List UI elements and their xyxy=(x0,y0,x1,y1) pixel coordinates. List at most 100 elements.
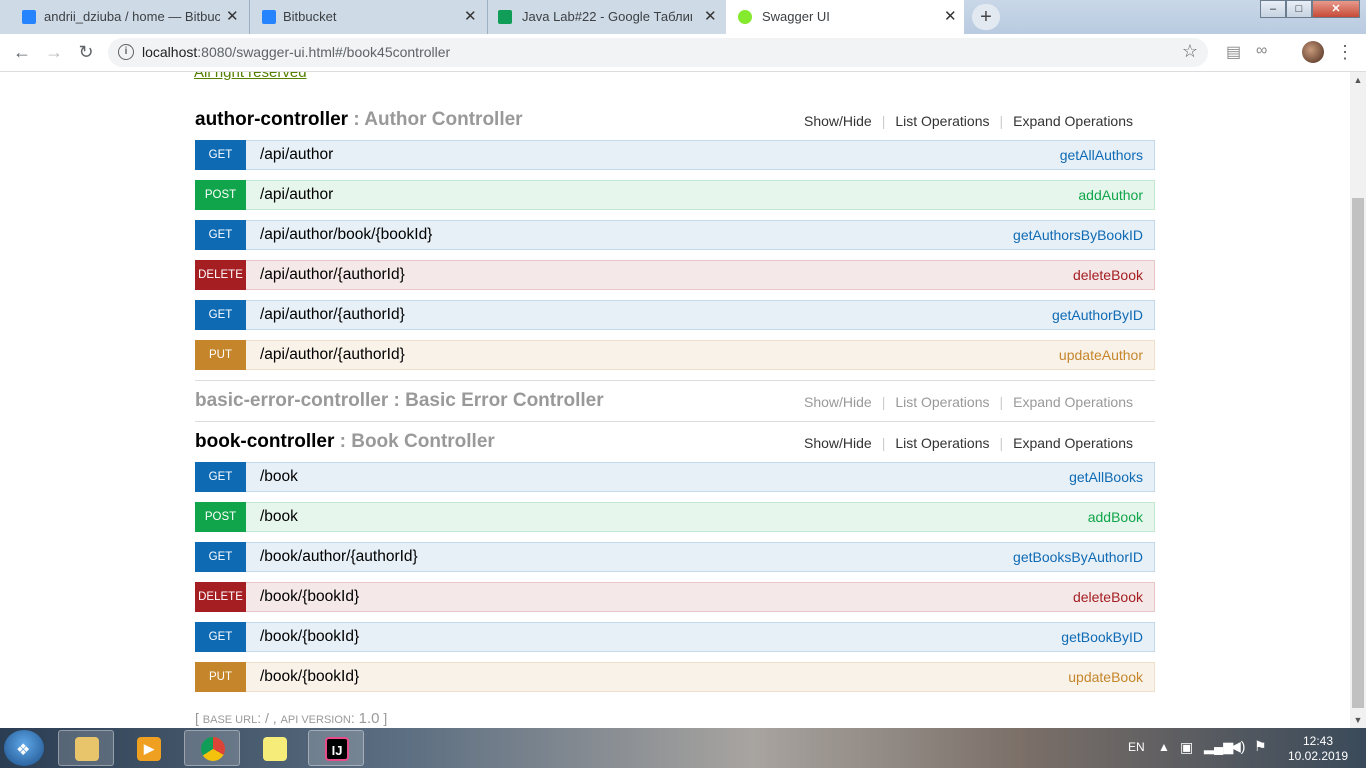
tray-expand-icon[interactable]: ▲ xyxy=(1158,740,1170,780)
profile-avatar[interactable] xyxy=(1302,41,1324,63)
operation-path[interactable]: /api/author/{authorId} xyxy=(260,306,405,324)
taskbar-chrome[interactable] xyxy=(184,730,240,766)
operation-id[interactable]: getBooksByAuthorID xyxy=(1013,549,1143,565)
tab-google-sheets[interactable]: Java Lab#22 - Google Таблиці ✕ xyxy=(488,0,726,34)
url-text[interactable]: localhost:8080/swagger-ui.html#/book45co… xyxy=(142,44,450,60)
back-icon[interactable]: ← xyxy=(10,41,34,63)
show-hide-link[interactable]: Show/Hide xyxy=(794,113,882,129)
method-badge[interactable]: POST xyxy=(195,502,246,532)
operation-path[interactable]: /book/{bookId} xyxy=(260,628,359,646)
expand-operations-link[interactable]: Expand Operations xyxy=(1003,394,1143,410)
expand-operations-link[interactable]: Expand Operations xyxy=(1003,113,1143,129)
tray-device-icon[interactable]: ▣ xyxy=(1180,739,1193,779)
operation-id[interactable]: addBook xyxy=(1088,509,1143,525)
close-tab-icon[interactable]: ✕ xyxy=(226,7,239,25)
tab-bitbucket[interactable]: Bitbucket ✕ xyxy=(250,0,488,34)
operation-path[interactable]: /book xyxy=(260,508,298,526)
operation-row[interactable]: DELETE/book/{bookId} deleteBook xyxy=(195,582,1155,612)
method-badge[interactable]: POST xyxy=(195,180,246,210)
operation-row[interactable]: GET/api/author getAllAuthors xyxy=(195,140,1155,170)
list-operations-link[interactable]: List Operations xyxy=(885,435,999,451)
taskbar-clock[interactable]: 12:43 10.02.2019 xyxy=(1286,734,1350,764)
method-badge[interactable]: GET xyxy=(195,542,246,572)
operation-path[interactable]: /book/{bookId} xyxy=(260,588,359,606)
show-hide-link[interactable]: Show/Hide xyxy=(794,394,882,410)
operation-path[interactable]: /book xyxy=(260,468,298,486)
operation-path[interactable]: /api/author xyxy=(260,186,333,204)
operation-row[interactable]: PUT/api/author/{authorId} updateAuthor xyxy=(195,340,1155,370)
method-badge[interactable]: GET xyxy=(195,220,246,250)
bookmark-star-icon[interactable]: ☆ xyxy=(1182,41,1198,62)
close-window-button[interactable]: ✕ xyxy=(1312,0,1360,18)
operation-row[interactable]: PUT/book/{bookId} updateBook xyxy=(195,662,1155,692)
operation-id[interactable]: getAuthorByID xyxy=(1052,307,1143,323)
operation-id[interactable]: getBookByID xyxy=(1061,629,1143,645)
operation-id[interactable]: updateAuthor xyxy=(1059,347,1143,363)
method-badge[interactable]: PUT xyxy=(195,340,246,370)
method-badge[interactable]: GET xyxy=(195,140,246,170)
controller-title[interactable]: author-controller : Author Controller xyxy=(195,109,523,131)
controller-title[interactable]: basic-error-controller : Basic Error Con… xyxy=(195,390,604,412)
controller-title[interactable]: book-controller : Book Controller xyxy=(195,431,495,453)
scroll-down-arrow-icon[interactable]: ▼ xyxy=(1350,712,1366,728)
taskbar-intellij[interactable]: IJ xyxy=(308,730,364,766)
operation-row[interactable]: GET/api/author/{authorId} getAuthorByID xyxy=(195,300,1155,330)
scroll-thumb[interactable] xyxy=(1352,198,1364,708)
operation-path[interactable]: /book/author/{authorId} xyxy=(260,548,418,566)
controller-name[interactable]: author-controller xyxy=(195,109,348,130)
method-badge[interactable]: PUT xyxy=(195,662,246,692)
method-badge[interactable]: GET xyxy=(195,622,246,652)
operation-row[interactable]: GET/book/author/{authorId} getBooksByAuth… xyxy=(195,542,1155,572)
list-operations-link[interactable]: List Operations xyxy=(885,113,999,129)
show-hide-link[interactable]: Show/Hide xyxy=(794,435,882,451)
list-operations-link[interactable]: List Operations xyxy=(885,394,999,410)
scroll-up-arrow-icon[interactable]: ▲ xyxy=(1350,72,1366,88)
taskbar-sticky-notes[interactable] xyxy=(246,730,302,766)
maximize-button[interactable]: □ xyxy=(1286,0,1312,18)
operation-id[interactable]: getAllBooks xyxy=(1069,469,1143,485)
operation-row[interactable]: GET/book/{bookId} getBookByID xyxy=(195,622,1155,652)
operation-id[interactable]: addAuthor xyxy=(1078,187,1143,203)
taskbar-media-player[interactable]: ▶ xyxy=(120,730,176,766)
close-tab-icon[interactable]: ✕ xyxy=(464,7,477,25)
method-badge[interactable]: GET xyxy=(195,300,246,330)
extension-infinity-icon[interactable]: ∞ xyxy=(1256,42,1267,60)
operation-row[interactable]: POST/api/author addAuthor xyxy=(195,180,1155,210)
controller-name[interactable]: book-controller xyxy=(195,431,334,452)
tab-bitbucket-home[interactable]: andrii_dziuba / home — Bitbucket ✕ xyxy=(0,0,250,34)
language-indicator[interactable]: EN xyxy=(1128,740,1145,780)
operation-path[interactable]: /api/author/{authorId} xyxy=(260,346,405,364)
operation-row[interactable]: GET/book getAllBooks xyxy=(195,462,1155,492)
page-scrollbar[interactable]: ▲ ▼ xyxy=(1350,72,1366,728)
operation-id[interactable]: updateBook xyxy=(1068,669,1143,685)
start-button[interactable]: ❖ xyxy=(4,730,44,766)
volume-icon[interactable]: ◀) xyxy=(1230,738,1245,778)
operation-id[interactable]: getAllAuthors xyxy=(1060,147,1143,163)
method-badge[interactable]: DELETE xyxy=(195,582,246,612)
forward-icon[interactable]: → xyxy=(42,41,66,63)
action-center-flag-icon[interactable]: ⚑ xyxy=(1254,738,1267,778)
operation-path[interactable]: /book/{bookId} xyxy=(260,668,359,686)
site-info-icon[interactable]: i xyxy=(118,44,134,60)
footer-link[interactable]: All right reserved xyxy=(194,72,307,81)
tab-swagger-ui[interactable]: Swagger UI ✕ xyxy=(726,0,964,34)
expand-operations-link[interactable]: Expand Operations xyxy=(1003,435,1143,451)
close-tab-icon[interactable]: ✕ xyxy=(704,7,717,25)
taskbar-explorer[interactable] xyxy=(58,730,114,766)
operation-id[interactable]: getAuthorsByBookID xyxy=(1013,227,1143,243)
address-bar[interactable]: i localhost:8080/swagger-ui.html#/book45… xyxy=(108,38,1208,67)
controller-name[interactable]: basic-error-controller xyxy=(195,390,388,411)
close-tab-icon[interactable]: ✕ xyxy=(944,7,957,25)
operation-row[interactable]: POST/book addBook xyxy=(195,502,1155,532)
method-badge[interactable]: GET xyxy=(195,462,246,492)
minimize-button[interactable]: – xyxy=(1260,0,1286,18)
new-tab-button[interactable]: + xyxy=(972,4,1000,30)
extension-icon[interactable]: ▤ xyxy=(1226,42,1241,62)
operation-path[interactable]: /api/author xyxy=(260,146,333,164)
method-badge[interactable]: DELETE xyxy=(195,260,246,290)
network-icon[interactable]: ▂▄▆ xyxy=(1204,739,1233,779)
operation-path[interactable]: /api/author/{authorId} xyxy=(260,266,405,284)
operation-row[interactable]: GET/api/author/book/{bookId} getAuthorsBy… xyxy=(195,220,1155,250)
operation-path[interactable]: /api/author/book/{bookId} xyxy=(260,226,432,244)
reload-icon[interactable]: ↻ xyxy=(74,41,98,63)
